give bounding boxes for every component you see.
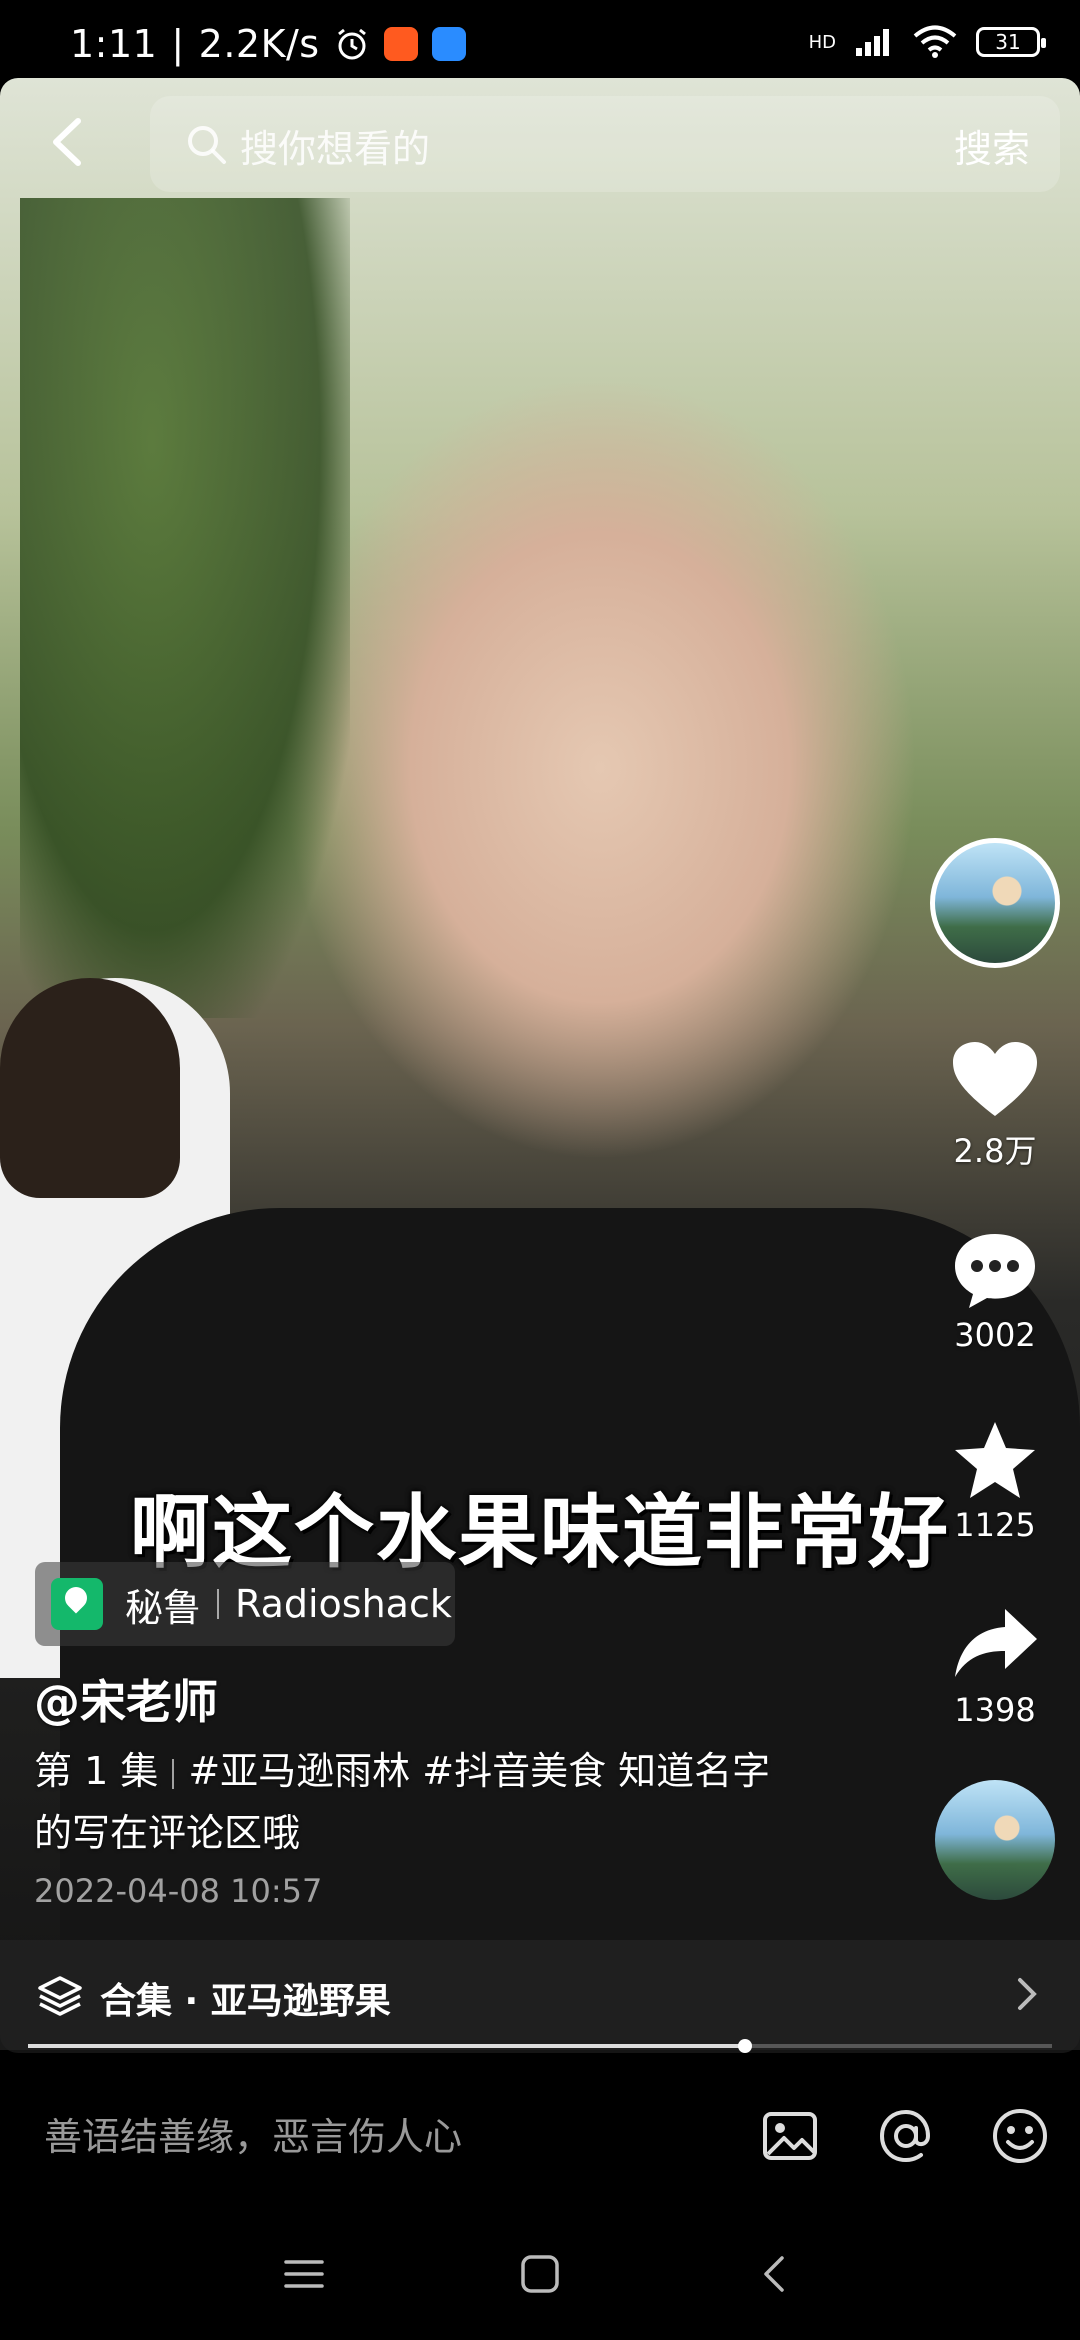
status-left: 1:11 | 2.2K/s bbox=[70, 22, 466, 66]
video-progress-bar[interactable] bbox=[28, 2039, 1052, 2053]
image-icon[interactable] bbox=[760, 2106, 820, 2166]
search-bar[interactable]: 搜你想看的 搜索 bbox=[150, 96, 1060, 192]
network-speed: 2.2K/s bbox=[198, 22, 320, 66]
cellular-signal-icon bbox=[856, 29, 889, 56]
description-continued: 的写在评论区哦 bbox=[34, 1811, 301, 1855]
like-button[interactable]: 2.8万 bbox=[935, 1040, 1055, 1172]
app-notification-icon bbox=[383, 27, 418, 61]
system-nav-bar bbox=[0, 2200, 1080, 2340]
home-icon[interactable] bbox=[518, 2252, 562, 2296]
comment-input[interactable]: 善语结善缘，恶言伤人心 bbox=[44, 2106, 462, 2161]
comment-bar: 善语结善缘，恶言伤人心 bbox=[0, 2060, 1080, 2200]
location-pin-icon bbox=[51, 1578, 103, 1630]
back-arrow-icon[interactable] bbox=[42, 115, 96, 169]
heart-icon bbox=[953, 1042, 1037, 1116]
layers-icon bbox=[38, 1976, 82, 2016]
status-divider: | bbox=[171, 22, 185, 66]
menu-icon[interactable] bbox=[282, 2252, 326, 2296]
share-button[interactable]: 1398 bbox=[935, 1605, 1055, 1729]
video-background-hair bbox=[0, 978, 180, 1198]
episode-divider bbox=[172, 1758, 175, 1789]
comment-count: 3002 bbox=[954, 1316, 1036, 1354]
description-hashtags[interactable]: #亚马逊雨林 #抖音美食 知道名字 bbox=[188, 1749, 770, 1793]
chevron-right-icon bbox=[1018, 1978, 1037, 2010]
status-bar: 1:11 | 2.2K/s HD 31 bbox=[0, 0, 1080, 90]
location-chip[interactable]: 秘鲁 Radioshack bbox=[35, 1562, 455, 1646]
comment-button[interactable]: 3002 bbox=[935, 1230, 1055, 1354]
video-background-tree bbox=[20, 198, 350, 1018]
back-icon[interactable] bbox=[754, 2252, 798, 2296]
share-count: 1398 bbox=[954, 1691, 1036, 1729]
wifi-icon bbox=[913, 25, 957, 58]
location-country: 秘鲁 bbox=[125, 1585, 202, 1630]
location-place: Radioshack bbox=[235, 1582, 452, 1626]
alarm-icon bbox=[337, 28, 366, 60]
author-name[interactable]: @宋老师 bbox=[34, 1666, 218, 1732]
status-right: HD 31 bbox=[808, 25, 1046, 59]
music-disc-avatar[interactable] bbox=[935, 1780, 1055, 1900]
collection-bar[interactable]: 合集 · 亚马逊野果 bbox=[0, 1940, 1080, 2050]
episode-label[interactable]: 第 1 集 bbox=[34, 1749, 158, 1793]
battery-icon: 31 bbox=[976, 27, 1046, 57]
video-description: 第 1 集 #亚马逊雨林 #抖音美食 知道名字 的写在评论区哦 bbox=[34, 1740, 854, 1864]
collection-label: 合集 · 亚马逊野果 bbox=[100, 1981, 391, 2022]
battery-level: 31 bbox=[995, 30, 1021, 54]
like-count: 2.8万 bbox=[953, 1132, 1037, 1170]
location-divider bbox=[217, 1589, 220, 1619]
search-button[interactable]: 搜索 bbox=[954, 118, 1030, 173]
video-progress-fill bbox=[28, 2044, 745, 2048]
status-time: 1:11 bbox=[70, 22, 158, 66]
hd-label: HD bbox=[808, 31, 836, 53]
comment-bubble-icon bbox=[955, 1234, 1035, 1308]
app-notification-icon bbox=[431, 27, 466, 61]
share-arrow-icon bbox=[955, 1609, 1037, 1677]
video-progress-thumb[interactable] bbox=[737, 2039, 752, 2053]
search-input[interactable]: 搜你想看的 bbox=[240, 118, 430, 173]
author-avatar[interactable] bbox=[930, 838, 1060, 968]
search-icon bbox=[188, 126, 226, 164]
emoji-icon[interactable] bbox=[990, 2106, 1050, 2166]
mention-icon[interactable] bbox=[876, 2106, 936, 2166]
post-date: 2022-04-08 10:57 bbox=[34, 1872, 323, 1910]
